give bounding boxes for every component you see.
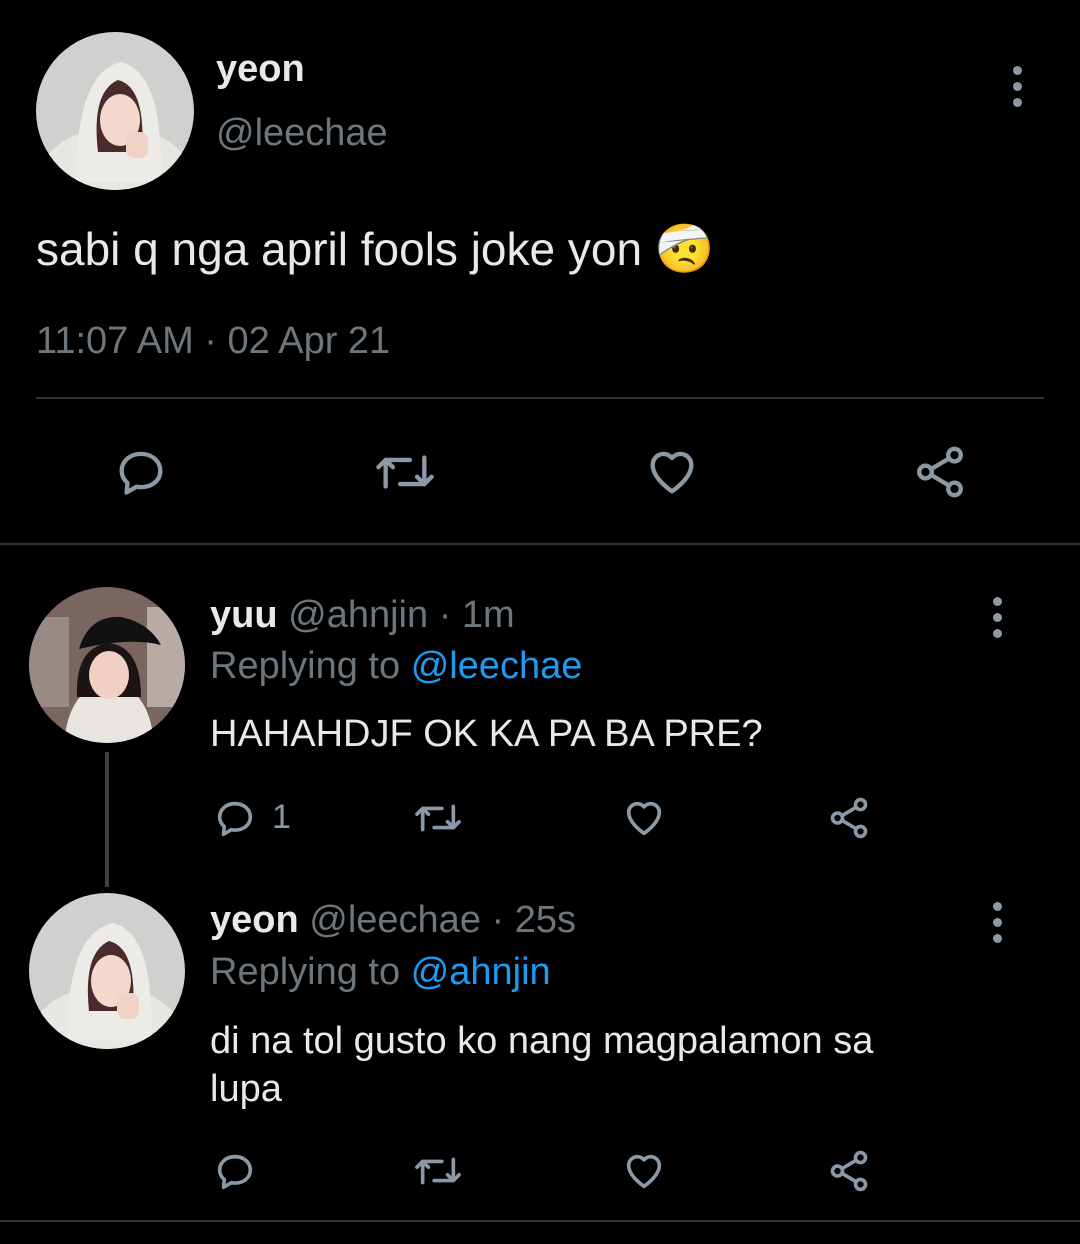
handle[interactable]: @leechae: [309, 899, 481, 941]
reply-count: 1: [272, 798, 291, 836]
share-icon[interactable]: [910, 443, 970, 501]
replying-to-handle[interactable]: @leechae: [411, 645, 583, 687]
handle[interactable]: @leechae: [216, 112, 388, 155]
reply-icon[interactable]: [112, 443, 170, 501]
replying-to: Replying to @ahnjin: [210, 951, 551, 994]
divider: [0, 1220, 1080, 1222]
reply-icon[interactable]: [212, 795, 258, 841]
display-name[interactable]: yeon: [210, 899, 299, 941]
tweet-text-body: sabi q nga april fools joke yon: [36, 223, 643, 275]
heart-icon[interactable]: [620, 795, 668, 841]
replying-to-label: Replying to: [210, 951, 401, 993]
display-name[interactable]: yuu: [210, 594, 278, 636]
reply-text: HAHAHDJF OK KA PA BA PRE?: [210, 713, 763, 755]
retweet-icon[interactable]: [410, 1148, 466, 1194]
retweet-icon[interactable]: [410, 795, 466, 841]
replying-to-label: Replying to: [210, 645, 401, 687]
section-divider: [0, 543, 1080, 545]
bandaged-face-emoji: 🤕: [654, 223, 715, 276]
reply-header: yuu @ahnjin · 1m: [210, 594, 515, 637]
share-icon[interactable]: [825, 1148, 873, 1194]
divider: [36, 397, 1044, 399]
display-name[interactable]: yeon: [216, 48, 305, 91]
heart-icon[interactable]: [620, 1148, 668, 1194]
more-options-icon[interactable]: [1011, 66, 1023, 107]
heart-icon[interactable]: [642, 443, 702, 501]
avatar[interactable]: [36, 32, 194, 190]
tweet-text: sabi q nga april fools joke yon 🤕: [36, 220, 715, 277]
avatar[interactable]: [29, 893, 185, 1049]
handle[interactable]: @ahnjin: [288, 594, 428, 636]
avatar[interactable]: [29, 587, 185, 743]
reply-age: · 25s: [491, 899, 576, 941]
retweet-icon[interactable]: [370, 443, 440, 501]
reply-text-line: lupa: [210, 1068, 282, 1110]
more-options-icon[interactable]: [991, 597, 1003, 638]
replying-to: Replying to @leechae: [210, 645, 582, 688]
reply-age: · 1m: [438, 594, 515, 636]
more-options-icon[interactable]: [991, 902, 1003, 943]
share-icon[interactable]: [825, 795, 873, 841]
reply-text: di na tol gusto ko nang magpalamon sa lu…: [210, 1017, 873, 1113]
timestamp[interactable]: 11:07 AM · 02 Apr 21: [36, 320, 390, 363]
reply-text-line: di na tol gusto ko nang magpalamon sa: [210, 1020, 874, 1062]
reply-header: yeon @leechae · 25s: [210, 899, 576, 942]
thread-line: [105, 752, 109, 887]
reply-icon[interactable]: [212, 1148, 258, 1194]
replying-to-handle[interactable]: @ahnjin: [411, 951, 551, 993]
